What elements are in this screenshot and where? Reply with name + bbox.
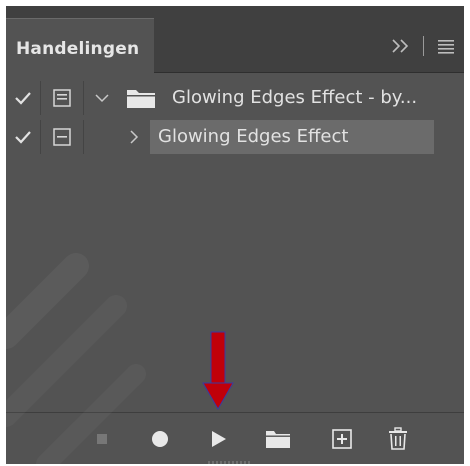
collapse-panels-icon[interactable] <box>391 38 411 54</box>
chevron-right-icon[interactable] <box>124 127 144 147</box>
checkmark-icon <box>15 92 31 105</box>
tab-handelingen[interactable]: Handelingen <box>6 18 154 73</box>
new-action-button[interactable] <box>328 425 356 453</box>
header-divider <box>423 36 424 56</box>
stop-button[interactable] <box>88 425 116 453</box>
red-arrow-annotation <box>202 331 234 411</box>
play-icon <box>212 431 226 447</box>
delete-button[interactable] <box>384 425 412 453</box>
toggle-item-checkbox[interactable] <box>6 120 41 154</box>
new-action-icon <box>332 429 352 449</box>
action-label: Glowing Edges Effect <box>158 126 349 147</box>
panel-menu-icon[interactable] <box>436 38 456 54</box>
delete-icon <box>389 427 407 450</box>
actions-list: Glowing Edges Effect - by... Glowing Edg… <box>6 73 464 411</box>
chevron-down-icon[interactable] <box>92 88 112 108</box>
record-icon <box>152 431 168 447</box>
selected-row-highlight: Glowing Edges Effect <box>150 120 434 154</box>
toggle-dialog-button[interactable] <box>41 81 84 115</box>
tab-label: Handelingen <box>16 39 140 59</box>
checkmark-icon <box>15 131 31 144</box>
resize-grip[interactable] <box>208 461 252 464</box>
dialog-icon <box>53 89 71 107</box>
actions-panel: Handelingen Glowing Edges Effect - by...… <box>6 6 464 464</box>
new-set-icon <box>266 431 290 448</box>
dialog-icon <box>53 128 71 146</box>
action-set-row[interactable]: Glowing Edges Effect - by... <box>6 81 464 115</box>
header-icons <box>391 34 456 58</box>
toggle-item-checkbox[interactable] <box>6 81 41 115</box>
action-row[interactable]: Glowing Edges Effect <box>6 120 464 154</box>
folder-icon <box>127 90 155 108</box>
panel-header: Handelingen <box>6 6 464 73</box>
actions-toolbar <box>6 412 464 464</box>
play-button[interactable] <box>204 425 232 453</box>
action-set-label: Glowing Edges Effect - by... <box>172 87 418 108</box>
new-set-button[interactable] <box>262 425 294 453</box>
toggle-dialog-button[interactable] <box>41 120 84 154</box>
record-button[interactable] <box>146 425 174 453</box>
stop-icon <box>97 434 107 444</box>
